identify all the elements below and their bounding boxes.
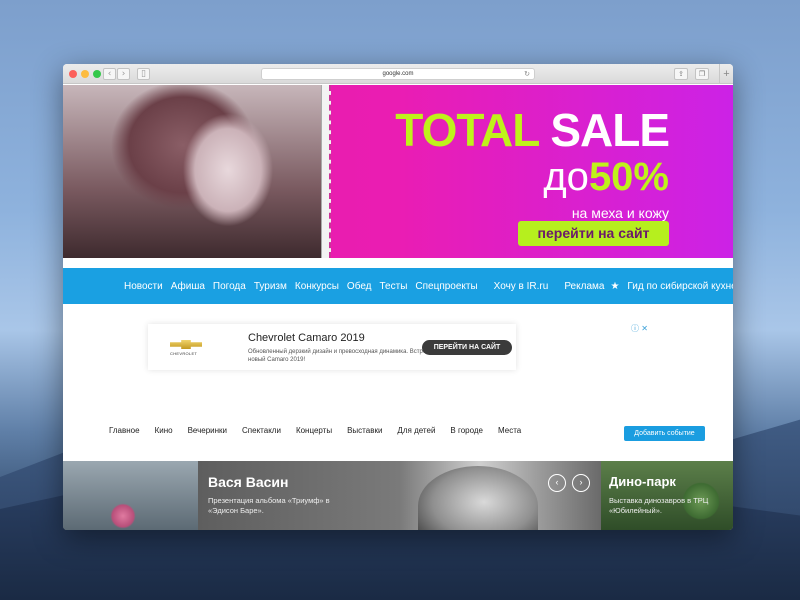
nav-item-lunch[interactable]: Обед bbox=[347, 281, 372, 292]
events-carousel: Вася Васин Презентация альбома «Триумф» … bbox=[63, 461, 733, 530]
nav-item-contests[interactable]: Конкурсы bbox=[295, 281, 339, 292]
nav-item-afisha[interactable]: Афиша bbox=[171, 281, 205, 292]
subnav-shows[interactable]: Спектакли bbox=[242, 426, 281, 435]
ad-title: Chevrolet Camaro 2019 bbox=[248, 332, 365, 344]
events-subnav: Главное Кино Вечеринки Спектакли Концерт… bbox=[109, 426, 536, 435]
nav-item-tests[interactable]: Тесты bbox=[380, 281, 408, 292]
tabs-icon[interactable]: ❐ bbox=[695, 68, 709, 80]
subnav-city[interactable]: В городе bbox=[450, 426, 483, 435]
adchoices-icon[interactable]: ⓘ ✕ bbox=[631, 323, 648, 334]
address-bar[interactable]: google.com ↻ bbox=[261, 68, 535, 80]
hero-percent: 50% bbox=[588, 155, 669, 199]
hero-discount: до50% bbox=[395, 155, 669, 199]
carousel-next-button[interactable]: › bbox=[572, 474, 590, 492]
carousel-right-description: Выставка динозавров в ТРЦ «Юбилейный». bbox=[609, 496, 709, 515]
share-icon[interactable]: ⇪ bbox=[674, 68, 688, 80]
browser-titlebar: ‹ › ▯ google.com ↻ ⇪ ❐ + bbox=[63, 64, 733, 84]
hero-text: TOTAL SALE до50% на меха и кожу bbox=[395, 104, 670, 221]
ad-description: Обновленный дерзкий дизайн и превосходна… bbox=[248, 349, 442, 363]
subnav-places[interactable]: Места bbox=[498, 426, 521, 435]
nav-item-weather[interactable]: Погода bbox=[213, 281, 246, 292]
carousel-main-description: Презентация альбома «Триумф» в «Эдисон Б… bbox=[208, 496, 330, 515]
bowtie-icon bbox=[170, 340, 202, 349]
banner-divider bbox=[321, 85, 331, 258]
subnav-main[interactable]: Главное bbox=[109, 426, 140, 435]
carousel-prev-slide-image[interactable] bbox=[63, 461, 198, 530]
forward-button[interactable]: › bbox=[117, 68, 130, 80]
subnav-parties[interactable]: Вечеринки bbox=[188, 426, 227, 435]
hero-total: TOTAL bbox=[395, 104, 539, 156]
star-icon: ★ bbox=[610, 280, 620, 292]
nav-item-tourism[interactable]: Туризм bbox=[254, 281, 287, 292]
nav-item-want-ir[interactable]: Хочу в IR.ru bbox=[494, 281, 549, 292]
url-text: google.com bbox=[382, 71, 414, 77]
hero-banner[interactable]: TOTAL SALE до50% на меха и кожу перейти … bbox=[63, 85, 733, 258]
nav-item-guide-label: Гид по сибирской кухне bbox=[627, 280, 733, 292]
hero-do: до bbox=[543, 155, 589, 199]
reload-icon[interactable]: ↻ bbox=[524, 69, 530, 80]
carousel-prev-button[interactable]: ‹ bbox=[548, 474, 566, 492]
carousel-right-title[interactable]: Дино-парк bbox=[609, 474, 676, 489]
subnav-cinema[interactable]: Кино bbox=[155, 426, 173, 435]
browser-window: ‹ › ▯ google.com ↻ ⇪ ❐ + TOTAL SALE до50… bbox=[63, 64, 733, 530]
main-nav: Новости Афиша Погода Туризм Конкурсы Обе… bbox=[63, 268, 733, 304]
ad-cta-button[interactable]: ПЕРЕЙТИ НА САЙТ bbox=[422, 340, 512, 355]
nav-item-ads[interactable]: Реклама bbox=[564, 281, 604, 292]
back-button[interactable]: ‹ bbox=[103, 68, 116, 80]
nav-item-news[interactable]: Новости bbox=[124, 281, 163, 292]
window-controls bbox=[69, 70, 101, 78]
minimize-window-button[interactable] bbox=[81, 70, 89, 78]
carousel-main-title[interactable]: Вася Васин bbox=[208, 474, 289, 490]
chevrolet-logo: CHEVROLET bbox=[170, 340, 206, 358]
hero-model-photo bbox=[63, 85, 321, 258]
hero-sale: SALE bbox=[550, 104, 670, 156]
hero-cta-button[interactable]: перейти на сайт bbox=[518, 221, 669, 246]
ad-brand: CHEVROLET bbox=[170, 351, 198, 356]
zoom-window-button[interactable] bbox=[93, 70, 101, 78]
close-window-button[interactable] bbox=[69, 70, 77, 78]
subnav-exhibitions[interactable]: Выставки bbox=[347, 426, 382, 435]
subnav-kids[interactable]: Для детей bbox=[397, 426, 435, 435]
hero-headline: TOTAL SALE bbox=[395, 104, 670, 156]
new-tab-button[interactable]: + bbox=[719, 64, 733, 84]
hero-subtitle: на меха и кожу bbox=[571, 205, 669, 221]
nav-item-special[interactable]: Спецпроекты bbox=[415, 281, 477, 292]
add-event-button[interactable]: Добавить событие bbox=[624, 426, 705, 441]
sidebar-icon[interactable]: ▯ bbox=[137, 68, 150, 80]
nav-item-guide[interactable]: ★ Гид по сибирской кухне bbox=[610, 281, 733, 292]
subnav-concerts[interactable]: Концерты bbox=[296, 426, 332, 435]
